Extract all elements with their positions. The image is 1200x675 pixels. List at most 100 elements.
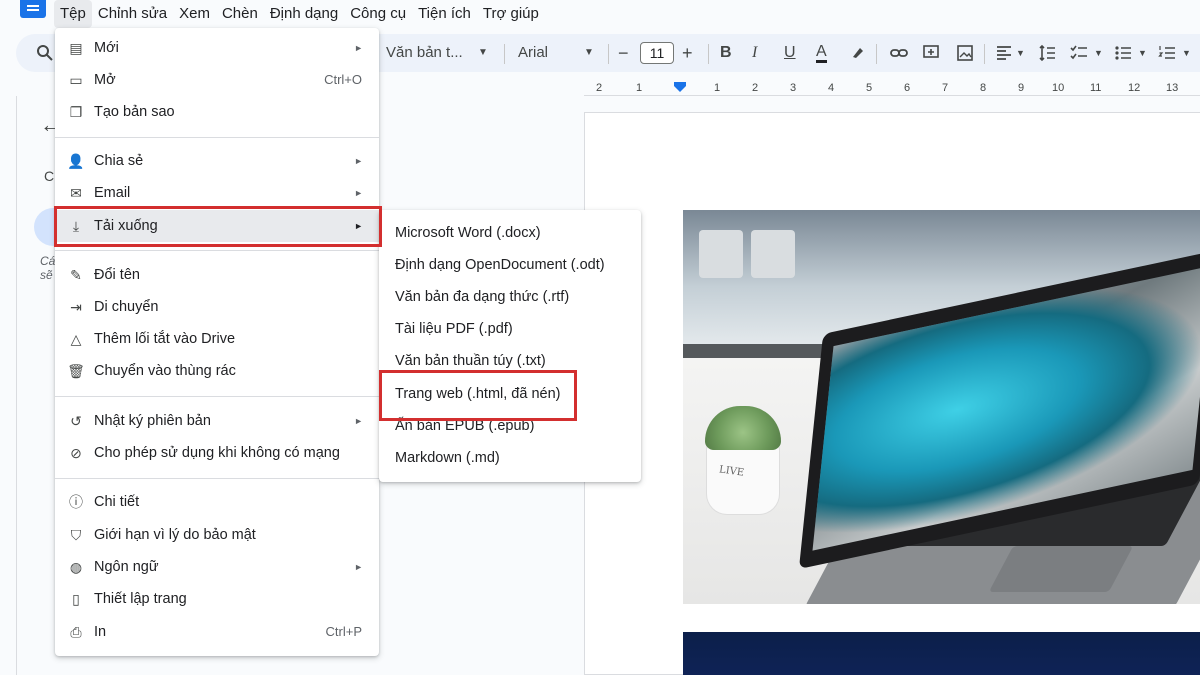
- menu-item-add-shortcut[interactable]: △ Thêm lối tắt vào Drive: [55, 323, 379, 355]
- download-submenu: Microsoft Word (.docx) Định dạng OpenDoc…: [379, 210, 641, 482]
- insert-image-icon[interactable]: [956, 44, 974, 62]
- download-txt[interactable]: Văn bản thuần túy (.txt): [379, 345, 641, 377]
- ruler-label: 7: [942, 82, 949, 94]
- italic-button[interactable]: I: [752, 43, 757, 63]
- menu-item-label: Mới: [94, 40, 119, 56]
- menu-separator: [55, 137, 379, 138]
- menu-item-rename[interactable]: ✎ Đổi tên: [55, 259, 379, 291]
- ruler-label: 1: [636, 82, 643, 94]
- outline-hint-fragment: Cá sẽ: [40, 254, 56, 282]
- chevron-down-icon[interactable]: ▼: [1016, 34, 1025, 72]
- ruler-label: 5: [866, 82, 873, 94]
- menu-item-page-setup[interactable]: ▯ Thiết lập trang: [55, 583, 379, 615]
- font-family-select[interactable]: Arial: [518, 34, 548, 72]
- menu-item-download[interactable]: ⤓ Tải xuống ►: [55, 210, 379, 242]
- menu-item-version-history[interactable]: ↺ Nhật ký phiên bản ►: [55, 405, 379, 437]
- link-icon[interactable]: [890, 45, 908, 61]
- font-size-input[interactable]: 11: [640, 42, 674, 64]
- menu-insert[interactable]: Chèn: [216, 0, 264, 28]
- menu-item-share[interactable]: 👤 Chia sẻ ►: [55, 145, 379, 177]
- chevron-down-icon[interactable]: ▼: [1182, 34, 1191, 72]
- menu-bar: Tệp Chỉnh sửa Xem Chèn Định dạng Công cụ…: [54, 0, 545, 28]
- ruler-label: 8: [980, 82, 987, 94]
- menu-format[interactable]: Định dạng: [264, 0, 344, 28]
- security-icon: ⛉: [70, 527, 82, 543]
- menu-item-email[interactable]: ✉ Email ►: [55, 177, 379, 209]
- bulleted-list-icon[interactable]: [1114, 44, 1132, 62]
- chevron-down-icon[interactable]: ▼: [1138, 34, 1147, 72]
- line-spacing-icon[interactable]: [1038, 44, 1056, 62]
- person-add-icon: 👤: [67, 153, 85, 169]
- mail-icon: ✉: [70, 185, 82, 201]
- chevron-down-icon[interactable]: ▼: [1094, 34, 1103, 72]
- menu-item-label: In: [94, 624, 107, 640]
- download-html[interactable]: Trang web (.html, đã nén): [379, 378, 641, 410]
- photo-ac-unit: [751, 230, 795, 278]
- search-menus-icon[interactable]: [36, 44, 54, 62]
- docs-logo-icon[interactable]: [20, 0, 46, 18]
- download-pdf[interactable]: Tài liệu PDF (.pdf): [379, 313, 641, 345]
- ruler-label: 6: [904, 82, 911, 94]
- menu-item-language[interactable]: ◍ Ngôn ngữ ►: [55, 551, 379, 583]
- menu-item-label: Thêm lối tắt vào Drive: [94, 331, 236, 347]
- checklist-icon[interactable]: [1070, 44, 1088, 62]
- menu-item-details[interactable]: ⓘ Chi tiết: [55, 486, 379, 518]
- trash-icon: 🗑: [67, 363, 85, 379]
- menu-item-label: Ngôn ngữ: [94, 559, 159, 575]
- menu-edit[interactable]: Chỉnh sửa: [92, 0, 173, 28]
- download-rtf[interactable]: Văn bản đa dạng thức (.rtf): [379, 281, 641, 313]
- menu-item-label: Chi tiết: [94, 494, 140, 510]
- menu-separator: [55, 396, 379, 397]
- second-image-partial[interactable]: [683, 632, 1200, 675]
- menu-item-move[interactable]: ⇥ Di chuyển: [55, 291, 379, 323]
- horizontal-ruler[interactable]: 2 1 1 2 3 4 5 6 7 8 9 10 11 12 13: [584, 76, 1200, 96]
- menu-item-label: Tải xuống: [94, 218, 158, 234]
- numbered-list-icon[interactable]: [1158, 44, 1176, 62]
- menu-view[interactable]: Xem: [173, 0, 216, 28]
- menu-item-make-copy[interactable]: ❐ Tạo bản sao: [55, 96, 379, 128]
- menu-item-shortcut: Ctrl+P: [325, 624, 362, 639]
- offline-icon: ⊘: [70, 445, 82, 461]
- menu-item-print[interactable]: ⎙ In Ctrl+P: [55, 616, 379, 648]
- menu-file[interactable]: Tệp: [54, 0, 92, 28]
- download-epub[interactable]: Ấn bản EPUB (.epub): [379, 410, 641, 442]
- download-odt[interactable]: Định dạng OpenDocument (.odt): [379, 249, 641, 281]
- submenu-arrow-icon: ►: [354, 416, 363, 426]
- toolbar-divider: [504, 44, 505, 64]
- ruler-label: 3: [790, 82, 797, 94]
- toolbar-divider: [984, 44, 985, 64]
- menu-tools[interactable]: Công cụ: [344, 0, 412, 28]
- indent-marker[interactable]: [674, 82, 686, 92]
- download-markdown[interactable]: Markdown (.md): [379, 442, 641, 474]
- align-left-icon[interactable]: [996, 45, 1012, 61]
- submenu-arrow-icon: ►: [354, 221, 363, 231]
- paragraph-style-select[interactable]: Văn bản t...: [386, 34, 463, 72]
- menu-item-security[interactable]: ⛉ Giới hạn vì lý do bảo mật: [55, 519, 379, 551]
- menu-help[interactable]: Trợ giúp: [477, 0, 545, 28]
- download-docx[interactable]: Microsoft Word (.docx): [379, 217, 641, 249]
- menu-extensions[interactable]: Tiện ích: [412, 0, 477, 28]
- menu-item-trash[interactable]: 🗑 Chuyển vào thùng rác: [55, 355, 379, 387]
- chevron-down-icon[interactable]: ▼: [584, 34, 594, 72]
- menu-item-open[interactable]: ▭ Mở Ctrl+O: [55, 64, 379, 96]
- ruler-label: 1: [714, 82, 721, 94]
- text-color-button[interactable]: A: [816, 43, 827, 63]
- highlight-pen-icon[interactable]: [850, 44, 866, 60]
- history-icon: ↺: [70, 413, 82, 429]
- add-comment-icon[interactable]: [922, 44, 940, 62]
- laptop-photo[interactable]: LIVE: [683, 210, 1200, 604]
- submenu-arrow-icon: ►: [354, 156, 363, 166]
- globe-icon: ◍: [69, 559, 83, 575]
- submenu-arrow-icon: ►: [354, 43, 363, 53]
- toolbar-divider: [708, 44, 709, 64]
- underline-button[interactable]: U: [784, 43, 796, 63]
- menu-item-offline[interactable]: ⊘ Cho phép sử dụng khi không có mạng: [55, 437, 379, 469]
- menu-item-new[interactable]: ▤ Mới ►: [55, 32, 379, 64]
- chevron-down-icon[interactable]: ▼: [478, 34, 488, 72]
- decrease-font-size-button[interactable]: −: [618, 34, 629, 72]
- bold-button[interactable]: B: [720, 43, 732, 63]
- menu-separator: [55, 250, 379, 251]
- ruler-label: 13: [1166, 82, 1179, 94]
- increase-font-size-button[interactable]: +: [682, 34, 693, 72]
- drive-shortcut-icon: △: [70, 331, 82, 347]
